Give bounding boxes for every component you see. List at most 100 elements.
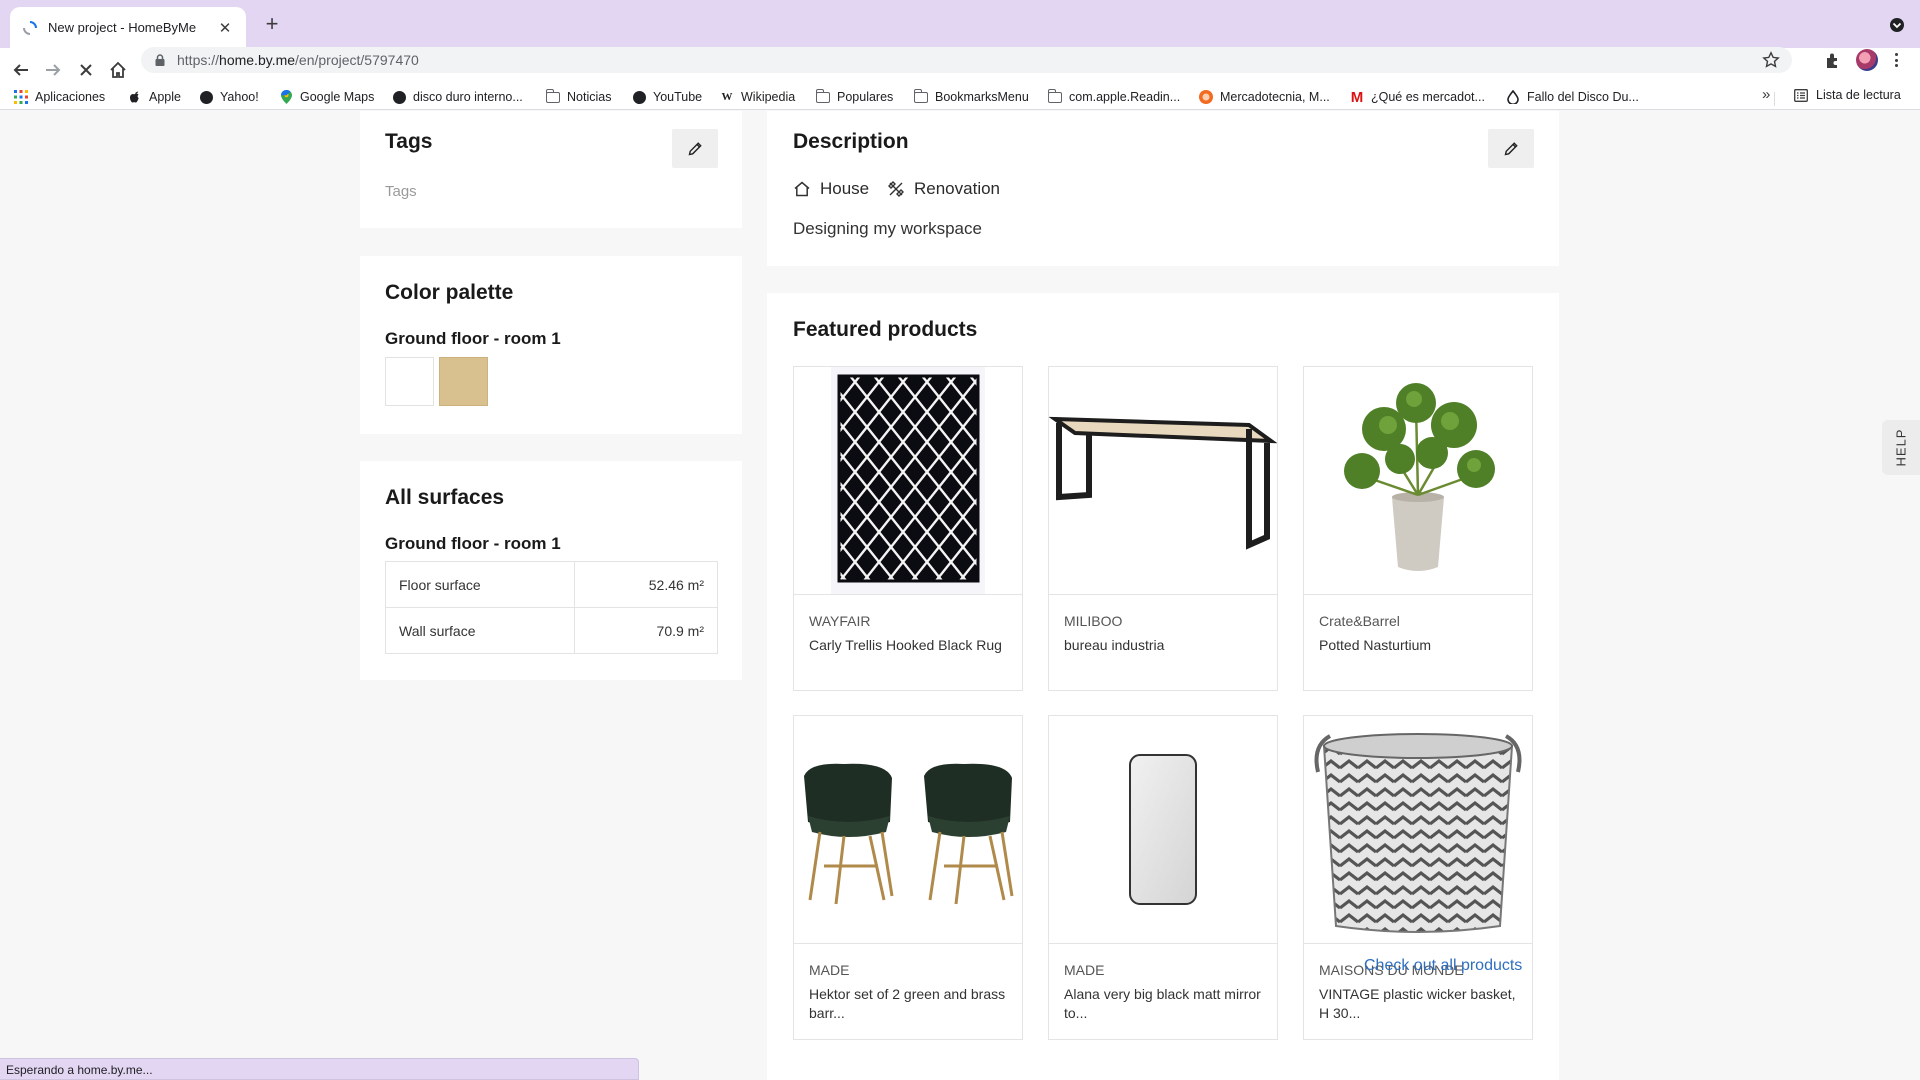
house-icon <box>794 181 810 197</box>
tags-placeholder: Tags <box>385 183 417 200</box>
product-image <box>1304 716 1532 944</box>
browser-menu-button[interactable] <box>1892 50 1900 70</box>
pencil-icon <box>1504 141 1518 155</box>
bookmark-disco-duro[interactable]: disco duro interno... <box>392 88 523 106</box>
project-page: Tags Tags Color palette Ground floor - r… <box>0 111 1920 1080</box>
product-card[interactable]: Crate&Barrel Potted Nasturtium <box>1303 366 1533 691</box>
home-icon <box>110 61 126 78</box>
bookmark-label: ¿Qué es mercadot... <box>1371 90 1485 104</box>
bookmarks-bar: Aplicaciones Apple Yahoo! Google Maps di… <box>0 82 1920 110</box>
profile-avatar[interactable] <box>1856 49 1878 71</box>
check-out-all-products-link[interactable]: Check out all products <box>1364 957 1522 975</box>
extensions-puzzle-icon[interactable] <box>1823 51 1843 71</box>
bookmark-wikipedia[interactable]: W Wikipedia <box>720 88 796 106</box>
bookmark-fallo-disco[interactable]: Fallo del Disco Du... <box>1506 88 1639 106</box>
folder-icon <box>815 88 830 104</box>
edit-tags-button[interactable] <box>672 129 718 168</box>
color-palette-title: Color palette <box>385 281 514 304</box>
product-brand: WAYFAIR <box>809 613 871 629</box>
url-text: https://home.by.me/en/project/5797470 <box>177 52 1762 68</box>
stop-loading-button[interactable] <box>74 58 98 82</box>
bookmark-folder-populares[interactable]: Populares <box>815 88 893 106</box>
color-swatch[interactable] <box>385 357 434 406</box>
gmail-icon: M <box>1350 88 1364 106</box>
site-icon <box>1506 90 1520 104</box>
mirror-image <box>1129 753 1197 905</box>
surface-value: 70.9 m² <box>573 607 719 654</box>
reading-list-icon <box>1794 88 1808 102</box>
apps-grid-icon <box>14 90 28 104</box>
bookmark-que-es-mercadotecnia[interactable]: M ¿Qué es mercadot... <box>1350 88 1485 106</box>
product-image <box>1049 716 1277 944</box>
tab-close-icon[interactable]: ✕ <box>216 19 234 37</box>
bookmark-folder-bookmarksmenu[interactable]: BookmarksMenu <box>913 88 1029 106</box>
arrow-left-icon <box>13 64 28 76</box>
browser-tab-active[interactable]: New project - HomeByMe ✕ <box>10 7 246 48</box>
product-name: Alana very big black matt mirror to... <box>1064 986 1261 1021</box>
browser-tab-strip: New project - HomeByMe ✕ + <box>0 0 1920 48</box>
close-icon <box>80 64 92 76</box>
bookmark-label: Mercadotecnia, M... <box>1220 90 1330 104</box>
product-image <box>794 716 1022 944</box>
product-card[interactable]: MAISONS DU MONDE VINTAGE plastic wicker … <box>1303 715 1533 1040</box>
help-label: HELP <box>1893 428 1909 467</box>
back-button[interactable] <box>9 58 33 82</box>
more-bookmarks-button[interactable]: » <box>1762 86 1770 103</box>
bookmark-folder-apple-reading[interactable]: com.apple.Readin... <box>1047 88 1181 106</box>
folder-icon <box>545 88 560 104</box>
bookmark-label: Google Maps <box>300 90 375 104</box>
forward-button[interactable] <box>41 58 65 82</box>
globe-icon <box>392 90 406 104</box>
bookmark-aplicaciones[interactable]: Aplicaciones <box>14 88 105 106</box>
browser-status-bar: Esperando a home.by.me... <box>0 1058 639 1080</box>
bookmark-label: Apple <box>149 90 181 104</box>
bookmark-mercadotecnia[interactable]: Mercadotecnia, M... <box>1199 88 1330 106</box>
edit-description-button[interactable] <box>1488 129 1534 168</box>
all-surfaces-card: All surfaces Ground floor - room 1 Floor… <box>360 461 742 680</box>
product-card[interactable]: MADE Alana very big black matt mirror to… <box>1048 715 1278 1040</box>
pencil-icon <box>688 141 702 155</box>
palette-room-name: Ground floor - room 1 <box>385 329 561 348</box>
site-icon <box>1199 90 1213 104</box>
surfaces-table: Floor surface 52.46 m² Wall surface 70.9… <box>385 561 719 654</box>
table-row: Floor surface 52.46 m² <box>385 561 719 608</box>
chip-label: House <box>820 179 870 198</box>
color-swatch[interactable] <box>439 357 488 406</box>
maps-pin-icon <box>279 90 293 104</box>
bookmark-label: com.apple.Readin... <box>1069 90 1181 104</box>
bookmark-folder-noticias[interactable]: Noticias <box>545 88 611 106</box>
bookmark-youtube[interactable]: YouTube <box>632 88 702 106</box>
project-description-text: Designing my workspace <box>793 219 982 238</box>
home-button[interactable] <box>106 58 130 82</box>
globe-icon <box>199 90 213 104</box>
product-card[interactable]: WAYFAIR Carly Trellis Hooked Black Rug <box>793 366 1023 691</box>
bookmark-apple[interactable]: Apple <box>128 88 181 106</box>
help-button[interactable]: HELP <box>1882 420 1920 475</box>
apple-icon <box>128 90 142 104</box>
rug-image <box>831 367 985 594</box>
surface-label: Floor surface <box>385 561 575 608</box>
color-palette-card: Color palette Ground floor - room 1 <box>360 256 742 434</box>
new-tab-button[interactable]: + <box>259 12 285 38</box>
product-brand: Crate&Barrel <box>1319 613 1400 629</box>
plant-image <box>1344 382 1495 571</box>
product-name: Hektor set of 2 green and brass barr... <box>809 986 1006 1021</box>
bookmark-label: Yahoo! <box>220 90 259 104</box>
project-type-chip: House <box>793 179 869 199</box>
bookmark-label: BookmarksMenu <box>935 90 1029 104</box>
product-image <box>1304 367 1532 595</box>
address-bar[interactable]: https://home.by.me/en/project/5797470 <box>141 47 1792 73</box>
product-card[interactable]: MADE Hektor set of 2 green and brass bar… <box>793 715 1023 1040</box>
product-name: Carly Trellis Hooked Black Rug <box>809 637 1002 653</box>
bookmark-yahoo[interactable]: Yahoo! <box>199 88 259 106</box>
bookmark-star-icon[interactable] <box>1762 51 1780 69</box>
lock-icon <box>155 54 165 66</box>
reading-list-button[interactable]: Lista de lectura <box>1774 88 1901 106</box>
product-card[interactable]: MILIBOO bureau industria <box>1048 366 1278 691</box>
bookmark-label: disco duro interno... <box>413 90 523 104</box>
project-purpose-chip: Renovation <box>887 179 1000 199</box>
bookmark-google-maps[interactable]: Google Maps <box>279 88 374 106</box>
tab-search-icon[interactable] <box>1887 15 1907 35</box>
tags-card: Tags Tags <box>360 111 742 228</box>
surfaces-room-name: Ground floor - room 1 <box>385 534 561 553</box>
